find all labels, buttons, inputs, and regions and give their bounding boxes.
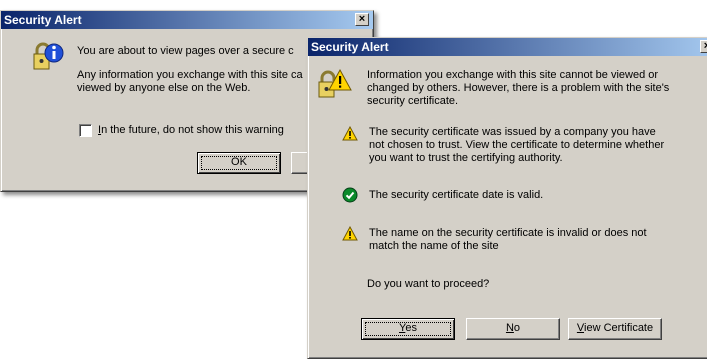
warning-untrusted-line-2: not chosen to trust. View the certificat… — [369, 139, 665, 151]
warning-untrusted-line-3: you want to trust the certifying authori… — [369, 152, 563, 164]
date-valid-text: The security certificate date is valid. — [369, 189, 544, 201]
intro-line-2: changed by others. However, there is a p… — [367, 82, 670, 94]
lock-info-icon — [31, 41, 65, 75]
warning-untrusted-line-1: The security certificate was issued by a… — [369, 126, 656, 138]
close-button[interactable]: × — [355, 13, 369, 26]
message-text: You are about to view pages over a secur… — [77, 45, 294, 57]
view-certificate-button[interactable]: View Certificate — [568, 318, 662, 340]
warning-icon — [342, 225, 358, 241]
warning-name-line-1: The name on the security certificate is … — [369, 227, 647, 239]
check-icon — [342, 187, 358, 203]
proceed-question: Do you want to proceed? — [367, 278, 490, 290]
yes-button[interactable]: Yes — [361, 318, 455, 340]
warning-icon — [342, 125, 358, 141]
title-bar: Security Alert × — [1, 11, 373, 29]
title-bar: Security Alert × — [308, 38, 707, 56]
intro-line-3: security certificate. — [367, 95, 459, 107]
lock-warning-icon — [316, 68, 352, 102]
do-not-show-label[interactable]: In the future, do not show this warning — [98, 124, 284, 137]
yes-label: es — [405, 322, 417, 334]
no-button[interactable]: No — [466, 318, 560, 340]
ok-button-label: OK — [231, 156, 247, 168]
dialog-title: Security Alert — [4, 13, 82, 27]
dialog-title: Security Alert — [311, 40, 389, 54]
close-button[interactable]: × — [700, 40, 707, 53]
info-text-line-1: Any information you exchange with this s… — [77, 69, 303, 81]
no-mnemonic: N — [505, 322, 514, 334]
no-label: o — [513, 322, 521, 334]
checkbox-label-text: n the future, do not show this warning — [101, 124, 284, 136]
view-certificate-label: iew Certificate — [584, 322, 654, 334]
ok-button[interactable]: OK — [197, 152, 281, 174]
intro-line-1: Information you exchange with this site … — [367, 69, 659, 81]
info-text-line-2: viewed by anyone else on the Web. — [77, 82, 251, 94]
view-mnemonic: V — [576, 322, 585, 334]
security-alert-dialog-warning: Security Alert × Information you exchang… — [307, 37, 707, 359]
do-not-show-checkbox[interactable] — [79, 124, 92, 137]
warning-name-line-2: match the name of the site — [369, 240, 499, 252]
